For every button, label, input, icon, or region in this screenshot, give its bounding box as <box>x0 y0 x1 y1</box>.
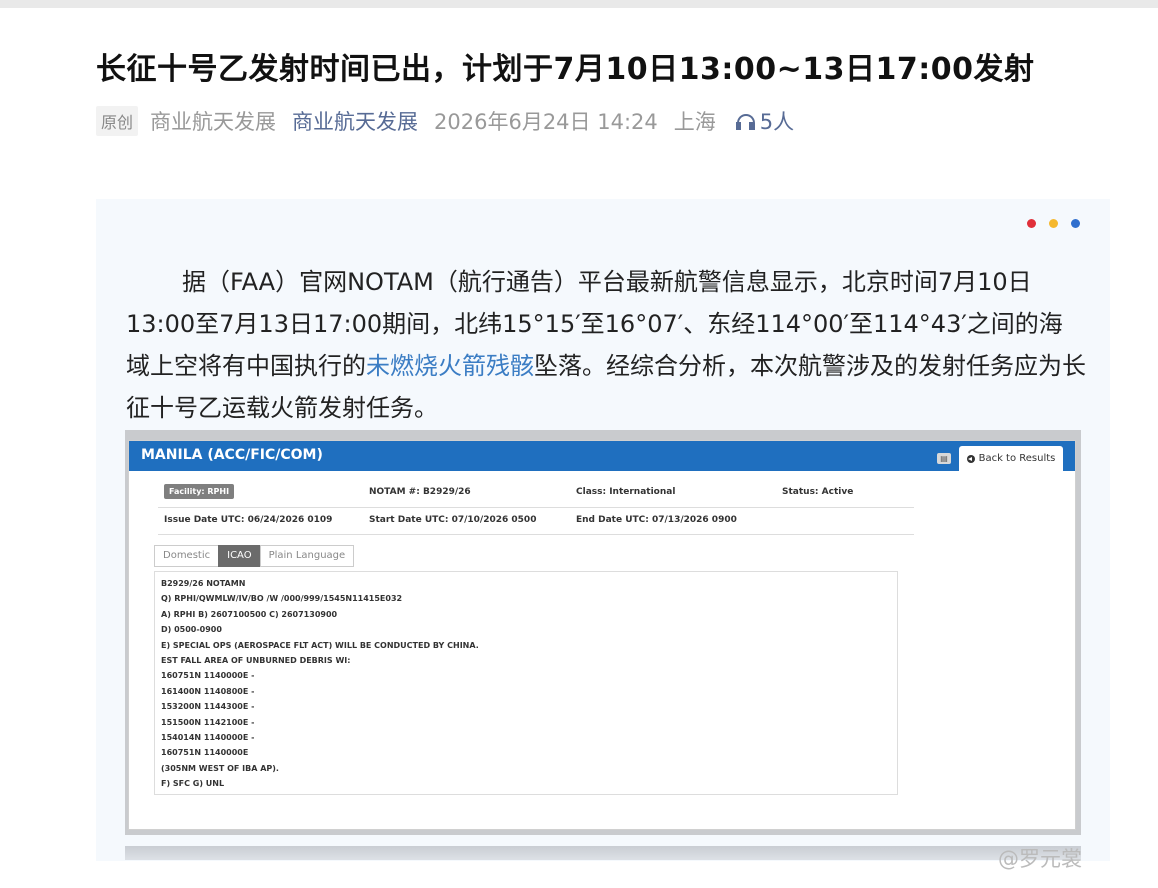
notam-number: NOTAM #: B2929/26 <box>369 487 471 497</box>
notam-line: D) 0500-0900 <box>161 625 222 635</box>
publish-location: 上海 <box>673 110 716 134</box>
notam-info-row: Facility: RPHI NOTAM #: B2929/26 Class: … <box>164 483 914 505</box>
decor-dots <box>1027 219 1080 228</box>
article-meta: 原创 商业航天发展 商业航天发展 2026年6月24日 14:24 上海 5人 <box>96 106 794 136</box>
back-to-results-button[interactable]: Back to Results <box>959 446 1063 471</box>
yellow-dot-icon <box>1049 219 1058 228</box>
start-date: Start Date UTC: 07/10/2026 0500 <box>369 515 537 525</box>
divider <box>158 507 914 508</box>
notam-line: B2929/26 NOTAMN <box>161 579 246 588</box>
notam-line: 160751N 1140000E <box>161 748 249 758</box>
next-image-strip <box>125 846 1081 860</box>
blue-dot-icon <box>1071 219 1080 228</box>
content-card: 据（FAA）官网NOTAM（航行通告）平台最新航警信息显示，北京时间7月10日1… <box>96 199 1110 861</box>
back-arrow-icon <box>966 454 975 463</box>
notam-tabs: Domestic ICAO Plain Language <box>154 545 355 567</box>
end-date: End Date UTC: 07/13/2026 0900 <box>576 515 737 525</box>
notam-line: 154014N 1140000E - <box>161 733 255 743</box>
publish-date: 2026年6月24日 14:24 <box>434 110 658 134</box>
notam-screenshot: MANILA (ACC/FIC/COM) ▤ Back to Results F… <box>125 430 1081 835</box>
notam-panel: MANILA (ACC/FIC/COM) ▤ Back to Results F… <box>128 440 1076 830</box>
account-link[interactable]: 商业航天发展 <box>292 106 418 136</box>
article-paragraph: 据（FAA）官网NOTAM（航行通告）平台最新航警信息显示，北京时间7月10日1… <box>126 261 1086 429</box>
facility-badge: Facility: RPHI <box>164 484 235 499</box>
notam-header: MANILA (ACC/FIC/COM) ▤ Back to Results <box>129 441 1075 471</box>
highlight-link[interactable]: 未燃烧火箭残骸 <box>366 352 534 380</box>
top-strip <box>0 0 1158 8</box>
notam-line: 151500N 1142100E - <box>161 717 255 727</box>
back-to-results-label: Back to Results <box>978 453 1056 464</box>
listen-button[interactable]: 5人 <box>735 106 795 136</box>
notam-line: F) SFC G) UNL <box>161 779 225 789</box>
tab-plain-language[interactable]: Plain Language <box>259 545 355 567</box>
notam-line: A) RPHI B) 2607100500 C) 2607130900 <box>161 609 338 619</box>
watermark: @罗元裳 <box>998 847 1082 871</box>
issue-date: Issue Date UTC: 06/24/2026 0109 <box>164 515 333 525</box>
tab-icao[interactable]: ICAO <box>218 545 261 567</box>
red-dot-icon <box>1027 219 1036 228</box>
listener-count: 5人 <box>759 110 795 134</box>
notam-title: MANILA (ACC/FIC/COM) <box>141 447 323 463</box>
print-icon[interactable]: ▤ <box>937 453 951 464</box>
notam-line: 153200N 1144300E - <box>161 702 255 712</box>
tab-domestic[interactable]: Domestic <box>154 545 220 567</box>
notam-status: Status: Active <box>782 487 854 497</box>
notam-line: Q) RPHI/QWMLW/IV/BO /W /000/999/1545N114… <box>161 594 403 604</box>
notam-text: B2929/26 NOTAMN Q) RPHI/QWMLW/IV/BO /W /… <box>154 571 898 795</box>
original-tag: 原创 <box>96 106 139 136</box>
headphone-icon <box>735 112 755 130</box>
notam-line: EST FALL AREA OF UNBURNED DEBRIS WI: <box>161 656 351 666</box>
author-name: 商业航天发展 <box>150 110 277 134</box>
article-title: 长征十号乙发射时间已出，计划于7月10日13:00~13日17:00发射 <box>96 52 1035 87</box>
notam-dates-row: Issue Date UTC: 06/24/2026 0109 Start Da… <box>164 515 914 531</box>
notam-line: (305NM WEST OF IBA AP). <box>161 763 279 773</box>
notam-line: E) SPECIAL OPS (AEROSPACE FLT ACT) WILL … <box>161 640 479 650</box>
notam-class: Class: International <box>576 487 676 497</box>
notam-line: 161400N 1140800E - <box>161 686 255 696</box>
divider <box>158 534 914 535</box>
notam-line: 160751N 1140000E - <box>161 671 255 681</box>
